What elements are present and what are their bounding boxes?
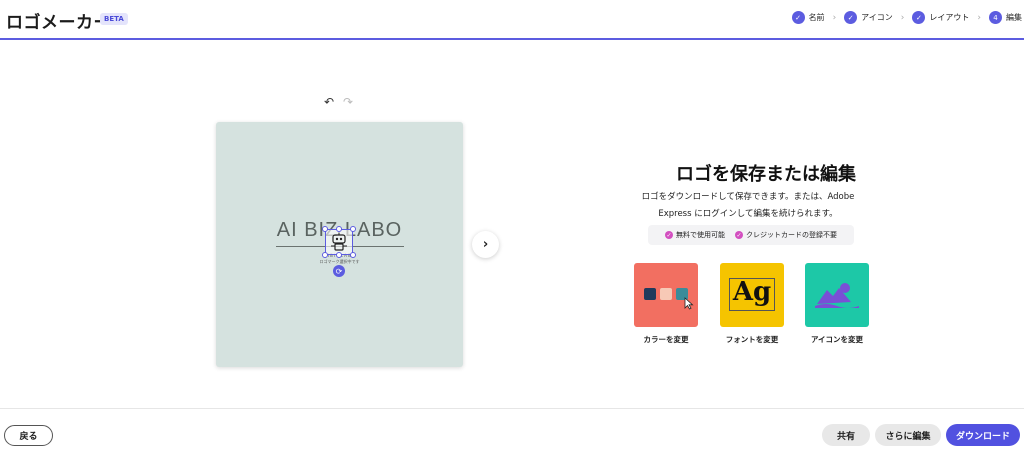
next-arrow-button[interactable]: › [472, 231, 499, 258]
check-icon: ✓ [844, 11, 858, 24]
resize-handle[interactable] [336, 252, 342, 258]
top-bar: ロゴメーカー BETA ✓ 名前 › ✓ アイコン › ✓ レイアウト › 4 … [0, 0, 1024, 40]
step-edit[interactable]: 4 編集 [989, 11, 1022, 24]
redo-icon[interactable]: ↷ [343, 95, 353, 109]
change-font-card[interactable]: Ag [720, 263, 784, 327]
footer-divider [0, 408, 1024, 409]
landscape-icon [815, 283, 859, 308]
edit-more-button[interactable]: さらに編集 [875, 424, 941, 446]
check-icon: ✓ [735, 231, 743, 239]
change-font-label[interactable]: フォントを変更 [707, 334, 797, 345]
beta-badge: BETA [100, 13, 128, 25]
chevron-right-icon: › [977, 12, 981, 23]
resize-handle[interactable] [336, 226, 342, 232]
step-icon[interactable]: ✓ アイコン [844, 11, 893, 24]
change-icon-label[interactable]: アイコンを変更 [792, 334, 882, 345]
step-name[interactable]: ✓ 名前 [791, 11, 825, 24]
resize-handle[interactable] [350, 226, 356, 232]
resize-handle[interactable] [350, 252, 356, 258]
rotate-icon[interactable]: ⟳ [333, 265, 345, 277]
change-color-card[interactable] [634, 263, 698, 327]
check-icon: ✓ [912, 11, 926, 24]
progress-steps: ✓ 名前 › ✓ アイコン › ✓ レイアウト › 4 編集 [791, 11, 1022, 24]
change-icon-card[interactable] [805, 263, 869, 327]
perk-item: ✓ クレジットカードの登録不要 [735, 230, 837, 240]
app-title: ロゴメーカー [6, 13, 111, 33]
chevron-right-icon: › [900, 12, 905, 23]
check-icon: ✓ [791, 11, 805, 24]
back-button[interactable]: 戻る [4, 425, 53, 446]
logo-canvas[interactable]: AI BIZ LABO A I B I Z L A B O ロゴマーク選択中です… [216, 122, 463, 367]
step-label: 名前 [808, 13, 825, 22]
perks-bar: ✓ 無料で使用可能 ✓ クレジットカードの登録不要 [648, 225, 854, 245]
step-number: 4 [989, 11, 1002, 24]
panel-title: ロゴを保存または編集 [676, 164, 856, 185]
chevron-right-icon: › [482, 237, 489, 252]
perk-label: 無料で使用可能 [676, 231, 725, 239]
cursor-icon [684, 297, 694, 310]
step-label: アイコン [861, 13, 893, 22]
download-button[interactable]: ダウンロード [946, 424, 1020, 446]
resize-handle[interactable] [322, 252, 328, 258]
share-button[interactable]: 共有 [822, 424, 870, 446]
resize-handle[interactable] [322, 226, 328, 232]
check-icon: ✓ [665, 231, 673, 239]
perk-item: ✓ 無料で使用可能 [665, 230, 725, 240]
step-label: レイアウト [929, 13, 970, 22]
perk-label: クレジットカードの登録不要 [746, 231, 837, 239]
color-swatch [644, 288, 656, 300]
robot-icon[interactable] [329, 232, 349, 251]
font-sample: Ag [732, 277, 772, 307]
step-layout[interactable]: ✓ レイアウト [912, 11, 969, 24]
undo-icon[interactable]: ↶ [324, 95, 334, 109]
color-swatch [660, 288, 672, 300]
step-label: 編集 [1006, 13, 1022, 22]
change-color-label[interactable]: カラーを変更 [621, 334, 711, 345]
chevron-right-icon: › [832, 12, 837, 23]
panel-description: ロゴをダウンロードして保存できます。または、Adobe Express にログイ… [641, 192, 855, 219]
